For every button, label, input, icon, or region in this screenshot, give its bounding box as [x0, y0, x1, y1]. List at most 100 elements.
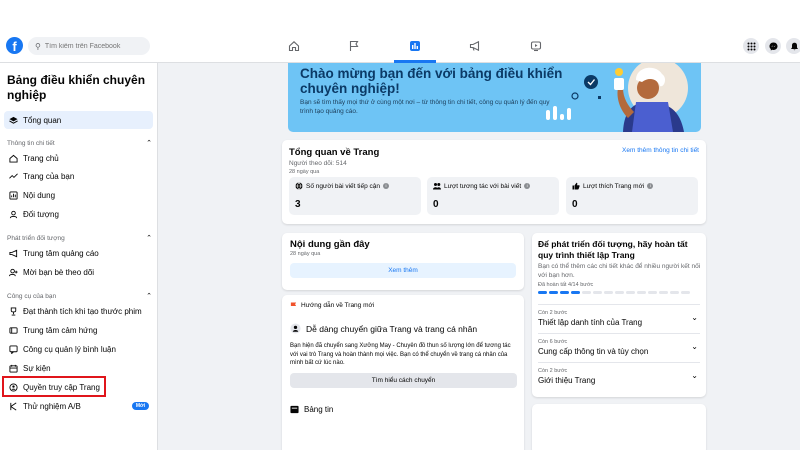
progress-segment [593, 291, 602, 294]
info-icon[interactable]: i [383, 183, 390, 189]
sidebar-item-label: Nội dung [23, 190, 56, 200]
thumbs-up-icon [572, 182, 580, 190]
setup-step[interactable]: Còn 6 bước Cung cấp thông tin và tùy chọ… [538, 333, 700, 361]
sidebar-item-label: Sự kiện [23, 363, 51, 373]
see-more-insights-link[interactable]: Xem thêm thông tin chi tiết [622, 147, 699, 154]
stat-label: Lượt thích Trang mới [583, 182, 645, 190]
chevron-up-icon: ⌃ [146, 140, 152, 147]
page-guide-card: Hướng dẫn về Trang mới Dễ dàng chuyển gi… [282, 295, 524, 450]
sidebar-item-inspiration-hub[interactable]: Trung tâm cảm hứng [4, 321, 153, 339]
layers-icon [7, 114, 19, 126]
trophy-icon [7, 305, 19, 317]
learn-how-to-switch-button[interactable]: Tìm hiểu cách chuyển [290, 373, 517, 388]
sidebar-item-label: Công cụ quản lý bình luận [23, 344, 116, 354]
guide-header: Hướng dẫn về Trang mới [290, 302, 374, 309]
inspiration-icon [7, 324, 19, 336]
switch-profile-icon [290, 323, 301, 334]
next-card [532, 404, 706, 450]
step-title: Giới thiệu Trang [538, 376, 596, 385]
highlight-box [2, 376, 106, 397]
step-title: Thiết lập danh tính của Trang [538, 318, 643, 327]
step-count: Còn 2 bước [538, 368, 568, 374]
messenger-icon[interactable] [765, 38, 781, 54]
progress-segment [615, 291, 624, 294]
sidebar-item-label: Thử nghiệm A/B [23, 401, 81, 411]
section-insights-header[interactable]: Thông tin chi tiết ⌃ [7, 139, 152, 148]
info-icon[interactable]: i [524, 183, 531, 189]
invite-icon [7, 266, 19, 278]
sidebar-item-comment-moderation[interactable]: Công cụ quản lý bình luận [4, 340, 153, 358]
sidebar-item-ab-test[interactable]: Thử nghiệm A/B Mới [4, 397, 153, 415]
home-icon[interactable] [283, 35, 305, 57]
sidebar-item-label: Đối tượng [23, 209, 59, 219]
sidebar-item-label: Trung tâm cảm hứng [23, 325, 98, 335]
stat-label: Số người bài viết tiếp cận [306, 182, 381, 190]
main-content: Chào mừng bạn đến với bảng điều khiển ch… [158, 63, 800, 450]
progress-segment [538, 291, 547, 294]
guide-text: Bạn hiện đã chuyển sang Xưởng May - Chuy… [290, 343, 511, 366]
sidebar-item-invite-friends[interactable]: Mời bạn bè theo dõi [4, 263, 153, 281]
megaphone-icon[interactable] [464, 35, 486, 57]
chevron-up-icon: ⌃ [146, 235, 152, 242]
section-tools-header[interactable]: Công cụ của bạn ⌃ [7, 292, 152, 301]
feed-row[interactable]: Bảng tin [290, 405, 333, 414]
progress-segment [560, 291, 569, 294]
sidebar-item-home[interactable]: Trang chủ [4, 149, 153, 167]
guide-title: Dễ dàng chuyển giữa Trang và trang cá nh… [306, 323, 478, 334]
see-more-button[interactable]: Xem thêm [290, 263, 516, 278]
search-input[interactable] [44, 42, 145, 50]
followers-count: Người theo dõi: 514 [289, 160, 347, 167]
stat-value: 0 [433, 199, 439, 210]
insights-icon[interactable] [404, 35, 426, 57]
sidebar-item-label: Trang của bạn [23, 171, 75, 181]
menu-grid-icon[interactable] [743, 38, 759, 54]
sidebar-item-label: Mời bạn bè theo dõi [23, 267, 95, 277]
sidebar-item-your-page[interactable]: Trang của bạn [4, 167, 153, 185]
facebook-logo[interactable]: f [6, 37, 23, 54]
recent-period: 28 ngày qua [290, 251, 321, 257]
progress-segment [681, 291, 690, 294]
chevron-down-icon: ⌄ [691, 371, 698, 380]
overview-period: 28 ngày qua [289, 169, 320, 175]
engagement-stat[interactable]: Lượt tương tác với bài viết i 0 [427, 177, 559, 215]
sidebar-item-label: Trang chủ [23, 153, 59, 163]
progress-segment [670, 291, 679, 294]
setup-step[interactable]: Còn 2 bước Thiết lập danh tính của Trang… [538, 304, 700, 332]
guide-title-row: Dễ dàng chuyển giữa Trang và trang cá nh… [290, 323, 477, 334]
trend-icon [7, 170, 19, 182]
sidebar-item-label: Trung tâm quảng cáo [23, 248, 99, 258]
banner-illustration [546, 63, 688, 132]
sidebar-item-audience[interactable]: Đối tượng [4, 205, 153, 223]
progress-segment [604, 291, 613, 294]
info-icon[interactable]: i [647, 183, 654, 189]
setup-step[interactable]: Còn 2 bước Giới thiệu Trang ⌄ [538, 362, 700, 390]
new-likes-stat[interactable]: Lượt thích Trang mới i 0 [566, 177, 698, 215]
sidebar-item-reels-achievements[interactable]: Đạt thành tích khi tạo thước phim [4, 302, 153, 320]
calendar-icon [7, 362, 19, 374]
chevron-up-icon: ⌃ [146, 293, 152, 300]
top-navigation-bar: f ⚲ [0, 29, 800, 63]
setup-title: Để phát triển đối tượng, hãy hoàn tất qu… [538, 239, 688, 260]
feed-label: Bảng tin [304, 405, 334, 414]
section-audience-growth-header[interactable]: Phát triển đối tượng ⌃ [7, 234, 152, 243]
reach-stat[interactable]: Số người bài viết tiếp cận i 3 [289, 177, 421, 215]
feed-icon [290, 405, 299, 414]
search-box[interactable]: ⚲ [28, 37, 150, 55]
sidebar-item-content[interactable]: Nội dung [4, 186, 153, 204]
bell-icon[interactable] [786, 38, 800, 54]
progress-segment [582, 291, 591, 294]
video-icon[interactable] [525, 35, 547, 57]
sidebar-item-label: Tổng quan [23, 115, 62, 125]
comment-tool-icon [7, 343, 19, 355]
chevron-down-icon: ⌄ [691, 313, 698, 322]
sidebar-item-ad-center[interactable]: Trung tâm quảng cáo [4, 244, 153, 262]
flag-icon[interactable] [343, 35, 365, 57]
sidebar-item-label: Đạt thành tích khi tạo thước phim [23, 306, 142, 316]
progress-segment [549, 291, 558, 294]
content-icon [7, 189, 19, 201]
setup-progress-label: Đã hoàn tất 4/14 bước [538, 282, 594, 288]
sidebar-item-events[interactable]: Sự kiện [4, 359, 153, 377]
sidebar-item-overview[interactable]: Tổng quan [4, 111, 153, 129]
step-count: Còn 6 bước [538, 339, 568, 345]
recent-title: Nội dung gần đây [290, 239, 370, 250]
